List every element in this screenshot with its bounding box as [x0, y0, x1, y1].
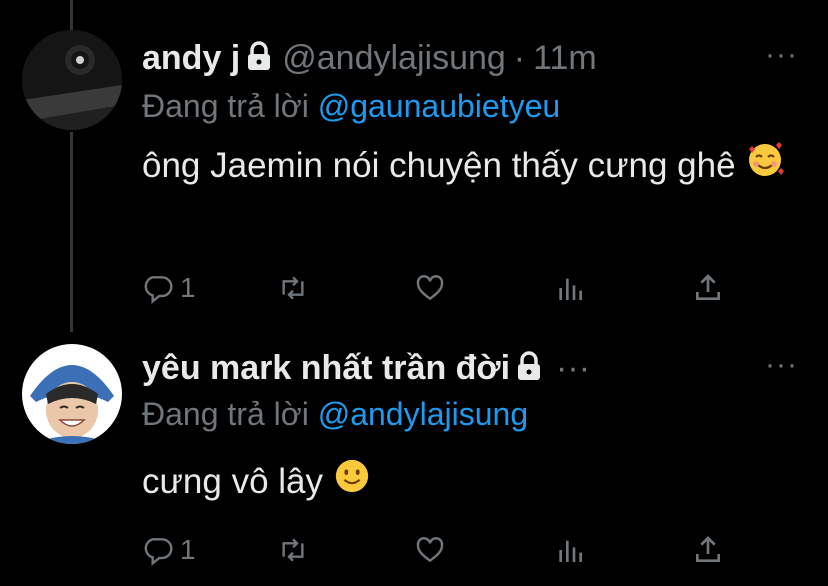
like-button[interactable] — [414, 534, 446, 566]
tweet-text: ông Jaemin nói chuyện thấy cưng ghê — [142, 138, 802, 196]
lock-icon — [246, 40, 272, 76]
retweet-button[interactable] — [276, 272, 310, 304]
tweet-text-content: ông Jaemin nói chuyện thấy cưng ghê — [142, 146, 736, 185]
views-icon — [559, 540, 582, 562]
more-options-icon[interactable]: ··· — [765, 348, 798, 382]
share-icon — [696, 274, 720, 300]
reply-count: 1 — [180, 534, 196, 565]
tweet-actions: 1 — [142, 534, 742, 574]
reply-icon — [144, 538, 173, 566]
replying-to: Đang trả lời @andylajisung — [142, 396, 528, 433]
timestamp[interactable]: 11m — [533, 39, 597, 78]
handle[interactable]: @andylajisung — [282, 39, 506, 78]
retweet-button[interactable] — [276, 534, 310, 566]
mention-link[interactable]: @andylajisung — [318, 396, 528, 432]
avatar[interactable] — [22, 30, 122, 130]
retweet-icon — [282, 538, 304, 562]
lock-icon — [516, 350, 542, 386]
reply-button[interactable]: 1 — [142, 272, 196, 304]
like-icon — [416, 537, 444, 563]
tweet-header: yêu mark nhất trần đời ··· — [142, 348, 598, 388]
views-button[interactable] — [554, 272, 586, 304]
reply-icon — [144, 276, 173, 304]
views-button[interactable] — [554, 534, 586, 566]
separator: · — [513, 38, 526, 77]
like-icon — [416, 275, 444, 301]
tweet-text-content: cưng vô lây — [142, 462, 324, 501]
replying-prefix: Đang trả lời — [142, 396, 309, 432]
slightly-smiling-face-icon — [333, 456, 371, 512]
more-options-icon[interactable]: ··· — [765, 38, 798, 72]
reply-count: 1 — [180, 272, 196, 303]
views-icon — [559, 278, 582, 300]
replying-to: Đang trả lời @gaunaubietyeu — [142, 88, 560, 125]
thread-line — [70, 132, 73, 332]
tweet-andy[interactable]: andy j @andylajisung · 11m ··· Đang trả … — [0, 0, 828, 332]
share-button[interactable] — [692, 272, 724, 304]
avatar[interactable] — [22, 344, 122, 444]
reply-button[interactable]: 1 — [142, 534, 196, 566]
display-name[interactable]: andy j — [142, 39, 240, 78]
mention-link[interactable]: @gaunaubietyeu — [318, 88, 560, 124]
replying-prefix: Đang trả lời — [142, 88, 309, 124]
display-name[interactable]: yêu mark nhất trần đời — [142, 349, 510, 388]
tweet-actions: 1 — [142, 272, 742, 312]
retweet-icon — [282, 276, 304, 300]
like-button[interactable] — [414, 272, 446, 304]
tweet-yeu-mark[interactable]: yêu mark nhất trần đời ··· ··· Đang trả … — [0, 330, 828, 586]
smiling-face-with-hearts-icon — [745, 139, 785, 196]
share-button[interactable] — [692, 534, 724, 566]
tweet-text: cưng vô lây — [142, 454, 802, 512]
tweet-header: andy j @andylajisung · 11m — [142, 38, 597, 78]
share-icon — [696, 536, 720, 562]
truncation-ellipsis: ··· — [556, 348, 591, 387]
